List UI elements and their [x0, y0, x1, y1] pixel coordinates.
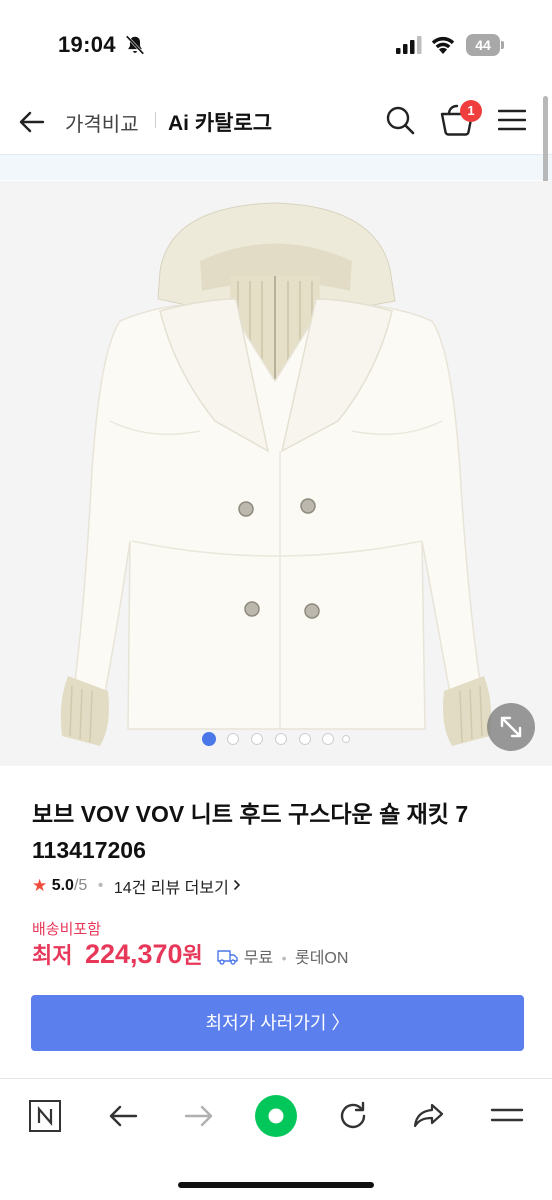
rating-row: ★ 5.0/5 • 14건 리뷰 더보기: [32, 874, 241, 897]
header-sub-strip: [0, 154, 552, 180]
buy-lowest-price-button[interactable]: 최저가 사러가기 〉: [31, 995, 524, 1051]
image-pagination: [200, 731, 360, 747]
pagination-dot[interactable]: [227, 733, 239, 745]
pagination-dot[interactable]: [251, 733, 263, 745]
price-compare-link[interactable]: 가격비교: [65, 108, 139, 137]
header-divider: [155, 112, 156, 128]
status-time: 19:04: [58, 32, 116, 57]
price-currency: 원: [182, 943, 203, 968]
forward-icon[interactable]: [182, 1099, 216, 1133]
price-value: 224,370: [84, 939, 183, 969]
review-more-link[interactable]: 14건 리뷰 더보기: [114, 880, 229, 897]
status-bar: 19:04 44: [0, 0, 552, 88]
scrollbar-thumb[interactable]: [543, 96, 548, 192]
rating-max: /5: [73, 877, 88, 894]
wifi-icon: [431, 36, 455, 54]
naver-icon[interactable]: [28, 1099, 62, 1133]
star-icon: ★: [32, 876, 48, 895]
cart-count-badge: 1: [460, 100, 482, 122]
pagination-dot[interactable]: [322, 733, 334, 745]
bell-off-icon: [125, 35, 145, 55]
page-title[interactable]: Ai 카탈로그: [168, 107, 272, 137]
expand-image-button[interactable]: [487, 703, 535, 751]
search-icon[interactable]: [384, 104, 416, 136]
reload-icon[interactable]: [336, 1099, 370, 1133]
cellular-signal-icon: [396, 36, 422, 54]
rating-score: 5.0: [51, 877, 74, 894]
pagination-dot[interactable]: [299, 733, 311, 745]
back-arrow-icon[interactable]: [16, 106, 48, 138]
battery-icon: 44: [466, 34, 504, 56]
home-indicator: [178, 1182, 374, 1188]
battery-level: 44: [475, 37, 491, 53]
product-title: 보브 VOV VOV 니트 후드 구스다운 숄 재킷 7 113417206: [32, 801, 469, 863]
separator-dot: •: [281, 950, 287, 966]
expand-icon: [500, 716, 522, 738]
menu-icon[interactable]: [490, 1099, 524, 1133]
pagination-dot[interactable]: [202, 732, 216, 746]
hamburger-menu-icon[interactable]: [498, 108, 526, 132]
shipping-included-label: 배송비포함: [32, 921, 102, 938]
lowest-price-label: 최저: [32, 943, 73, 968]
truck-icon: [217, 950, 238, 965]
mall-name[interactable]: 롯데ON: [295, 950, 348, 967]
separator-dot: •: [97, 877, 104, 894]
back-icon[interactable]: [106, 1099, 140, 1133]
chevron-right-icon: [234, 880, 241, 891]
free-shipping-label: 무료: [243, 950, 274, 967]
product-image[interactable]: [0, 181, 552, 766]
pagination-dot[interactable]: [342, 735, 350, 743]
share-icon[interactable]: [412, 1099, 446, 1133]
price-row: 최저 224,370원 무료 • 롯데ON: [32, 938, 348, 974]
jacket-illustration: [60, 202, 492, 746]
pagination-dot[interactable]: [275, 733, 287, 745]
green-dot-icon[interactable]: [254, 1094, 298, 1138]
